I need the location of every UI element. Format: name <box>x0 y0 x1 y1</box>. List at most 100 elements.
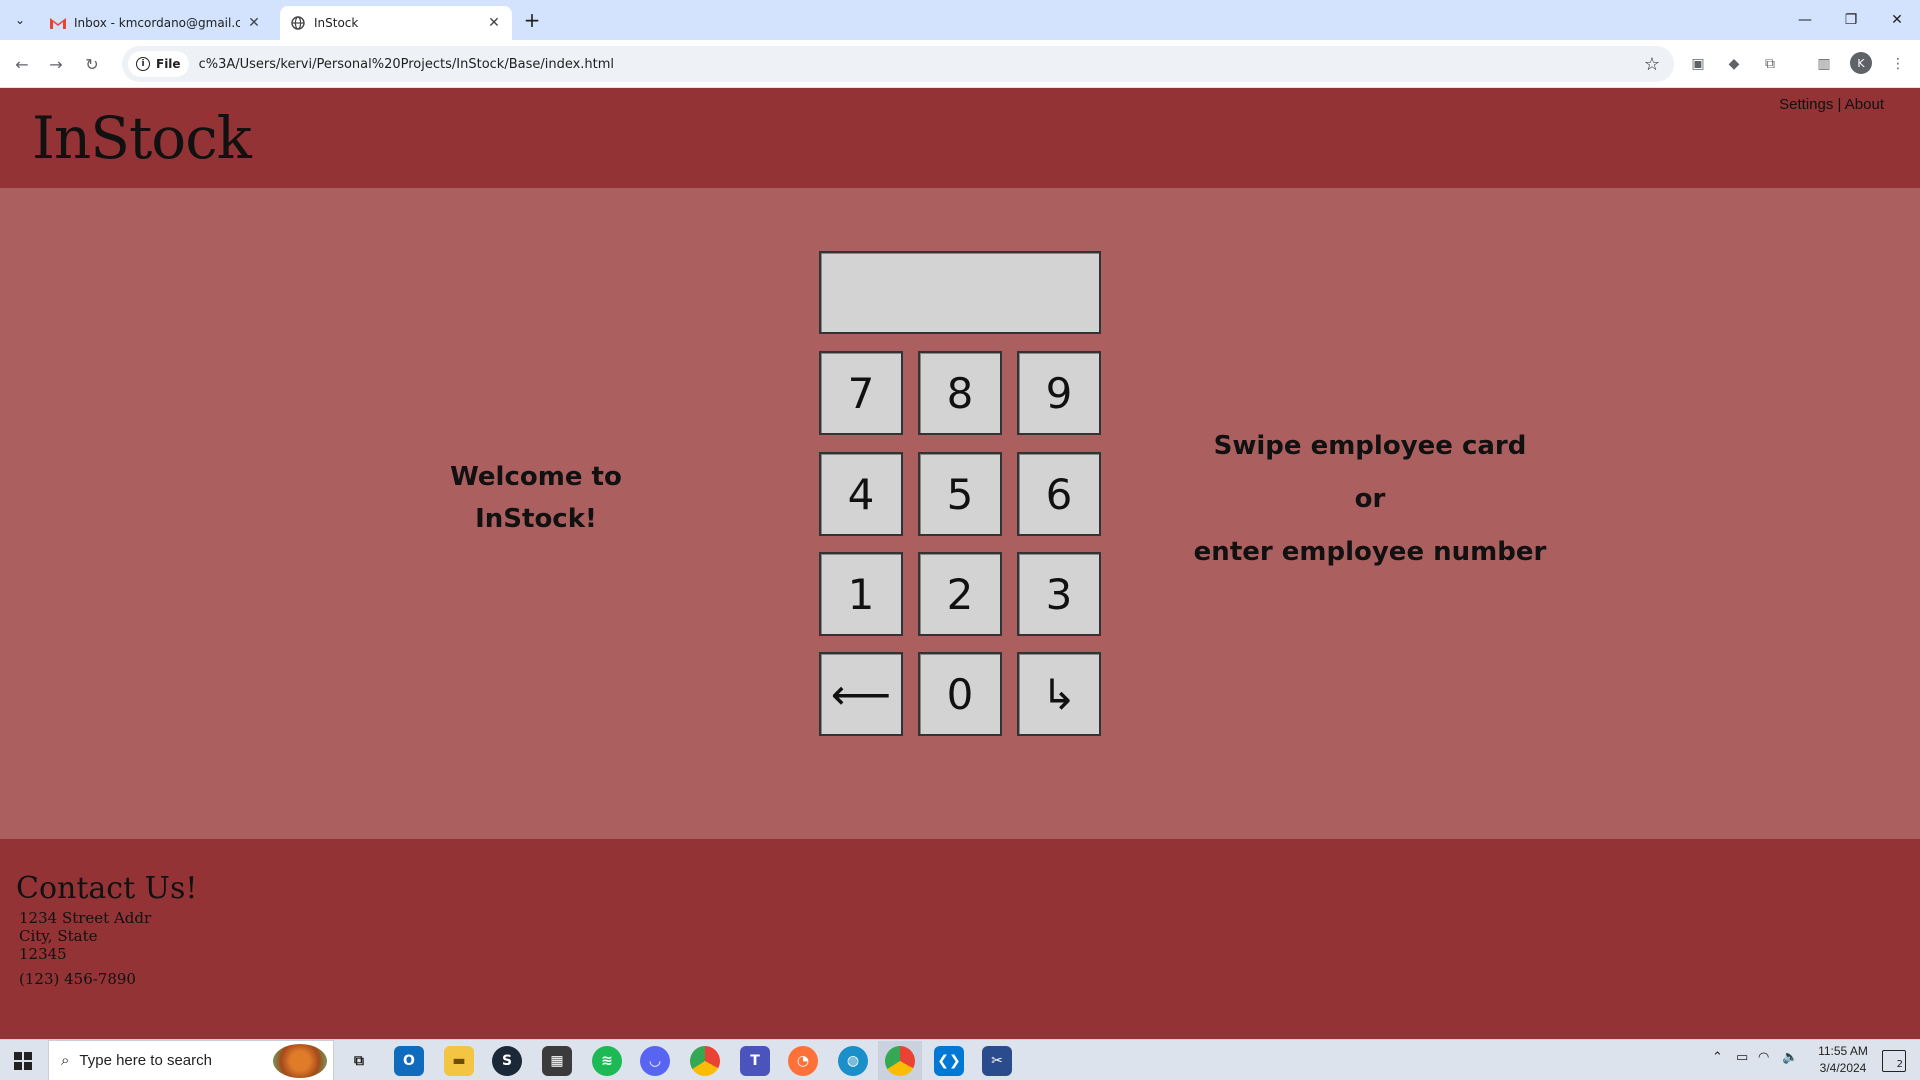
snipping-tool-icon[interactable]: ✂ <box>982 1046 1012 1076</box>
taskbar-search[interactable]: ⌕ Type here to search <box>48 1040 334 1080</box>
address-line: City, State <box>19 927 98 945</box>
close-icon[interactable]: ✕ <box>246 15 262 31</box>
address-line: 1234 Street Addr <box>19 909 152 927</box>
site-info-chip[interactable]: i File <box>128 51 189 77</box>
top-nav: Settings | About <box>1779 96 1884 113</box>
reload-icon: ↻ <box>85 54 99 74</box>
instruction-line: enter employee number <box>1193 537 1547 567</box>
address-line: 12345 <box>19 945 67 963</box>
outlook-icon[interactable]: O <box>394 1046 424 1076</box>
instruction-line: or <box>1354 484 1386 514</box>
firefox-icon[interactable]: ◔ <box>788 1046 818 1076</box>
notification-count: 2 <box>1896 1059 1903 1070</box>
page-viewport: InStock Settings | About Welcome to InSt… <box>0 88 1920 1039</box>
browser-toolbar: ← → ↻ i File c%3A/Users/kervi/Personal%2… <box>0 40 1920 88</box>
welcome-line: Welcome to <box>450 462 622 492</box>
contact-phone: (123) 456-7890 <box>19 970 136 988</box>
tab-inbox[interactable]: Inbox - kmcordano@gmail.com ✕ <box>40 6 272 40</box>
discord-icon[interactable]: ◡ <box>640 1046 670 1076</box>
clock-time: 11:55 AM <box>1818 1044 1868 1058</box>
key-2[interactable]: 2 <box>918 552 1002 636</box>
settings-link[interactable]: Settings <box>1779 96 1833 113</box>
url-text[interactable]: c%3A/Users/kervi/Personal%20Projects/InS… <box>199 57 615 72</box>
site-header: InStock Settings | About <box>0 88 1920 188</box>
globe-icon <box>290 15 306 31</box>
minecraft-icon[interactable]: ▦ <box>542 1046 572 1076</box>
key-0[interactable]: 0 <box>918 652 1002 736</box>
welcome-message: Welcome to InStock! <box>436 456 636 540</box>
start-button[interactable] <box>0 1040 46 1080</box>
plus-icon: + <box>523 8 541 32</box>
reload-button[interactable]: ↻ <box>80 52 104 76</box>
extensions-puzzle-icon[interactable]: ⧉ <box>1758 52 1782 76</box>
side-panel-icon[interactable]: ▥ <box>1812 52 1836 76</box>
taskbar-search-placeholder: Type here to search <box>79 1052 212 1069</box>
employee-number-display[interactable] <box>819 251 1101 334</box>
spotify-icon[interactable]: ≋ <box>592 1046 622 1076</box>
backspace-key[interactable]: ⟵ <box>819 652 903 736</box>
site-footer: Contact Us! 1234 Street Addr City, State… <box>0 839 1920 1039</box>
key-9[interactable]: 9 <box>1017 351 1101 435</box>
key-5[interactable]: 5 <box>918 452 1002 536</box>
gmail-icon <box>50 15 66 31</box>
close-icon: ✕ <box>1891 12 1903 28</box>
forward-button[interactable]: → <box>44 52 68 76</box>
site-chip-label: File <box>156 57 181 71</box>
tab-title: Inbox - kmcordano@gmail.com <box>74 16 240 30</box>
info-icon: i <box>136 57 150 71</box>
new-tab-button[interactable]: + <box>520 8 544 32</box>
chrome-icon[interactable] <box>690 1046 720 1076</box>
menu-kebab-icon[interactable]: ⋮ <box>1886 52 1910 76</box>
extension-icon[interactable]: ▣ <box>1686 52 1710 76</box>
search-icon: ⌕ <box>61 1052 70 1069</box>
back-button[interactable]: ← <box>10 52 34 76</box>
volume-icon[interactable]: 🔈 <box>1782 1050 1798 1065</box>
about-link[interactable]: About <box>1845 96 1884 113</box>
key-4[interactable]: 4 <box>819 452 903 536</box>
key-7[interactable]: 7 <box>819 351 903 435</box>
bookmark-star-icon[interactable]: ☆ <box>1644 54 1660 75</box>
chevron-down-icon: ⌄ <box>14 13 26 27</box>
browser-tab-strip: ⌄ Inbox - kmcordano@gmail.com ✕ InStock … <box>0 0 1920 40</box>
file-explorer-icon[interactable]: ▬ <box>444 1046 474 1076</box>
arrow-left-icon: ← <box>15 54 29 74</box>
key-8[interactable]: 8 <box>918 351 1002 435</box>
system-clock[interactable]: 11:55 AM 3/4/2024 <box>1798 1043 1888 1077</box>
minimize-button[interactable]: — <box>1782 0 1828 40</box>
teams-icon[interactable]: T <box>740 1046 770 1076</box>
close-icon[interactable]: ✕ <box>486 15 502 31</box>
tab-title: InStock <box>314 16 359 30</box>
browser-globe-icon[interactable]: ◍ <box>838 1046 868 1076</box>
wifi-icon[interactable]: ◠ <box>1758 1050 1769 1065</box>
restore-icon: ❐ <box>1844 12 1858 28</box>
key-3[interactable]: 3 <box>1017 552 1101 636</box>
windows-taskbar: ⌕ Type here to search ⧉ O ▬ S ▦ ≋ ◡ T ◔ … <box>0 1039 1920 1080</box>
close-window-button[interactable]: ✕ <box>1874 0 1920 40</box>
welcome-line: InStock! <box>475 504 597 534</box>
search-highlight-icon <box>273 1043 327 1078</box>
profile-avatar[interactable]: K <box>1850 52 1872 74</box>
vscode-icon[interactable]: ❮❯ <box>934 1046 964 1076</box>
nav-separator: | <box>1837 96 1842 113</box>
restore-button[interactable]: ❐ <box>1828 0 1874 40</box>
meet-now-icon[interactable]: ▭ <box>1736 1050 1748 1065</box>
login-panel: Welcome to InStock! 7 8 9 4 5 6 1 2 3 ⟵ … <box>0 188 1920 839</box>
contact-heading: Contact Us! <box>16 871 198 906</box>
key-1[interactable]: 1 <box>819 552 903 636</box>
key-6[interactable]: 6 <box>1017 452 1101 536</box>
arrow-right-icon: → <box>49 54 63 74</box>
tab-instock[interactable]: InStock ✕ <box>280 6 512 40</box>
instruction-line: Swipe employee card <box>1213 431 1527 461</box>
site-logo: InStock <box>32 104 252 172</box>
enter-key[interactable]: ↳ <box>1017 652 1101 736</box>
tab-search-button[interactable]: ⌄ <box>8 8 32 32</box>
address-bar[interactable]: i File c%3A/Users/kervi/Personal%20Proje… <box>122 46 1674 82</box>
chevron-up-icon[interactable]: ⌃ <box>1712 1050 1723 1065</box>
task-view-icon[interactable]: ⧉ <box>344 1046 374 1076</box>
steam-icon[interactable]: S <box>492 1046 522 1076</box>
clock-date: 3/4/2024 <box>1819 1061 1867 1075</box>
extension-icon[interactable]: ◆ <box>1722 52 1746 76</box>
notification-center-icon[interactable]: 2 <box>1882 1050 1906 1072</box>
chrome-icon[interactable] <box>885 1046 915 1076</box>
windows-logo-icon <box>14 1051 32 1070</box>
